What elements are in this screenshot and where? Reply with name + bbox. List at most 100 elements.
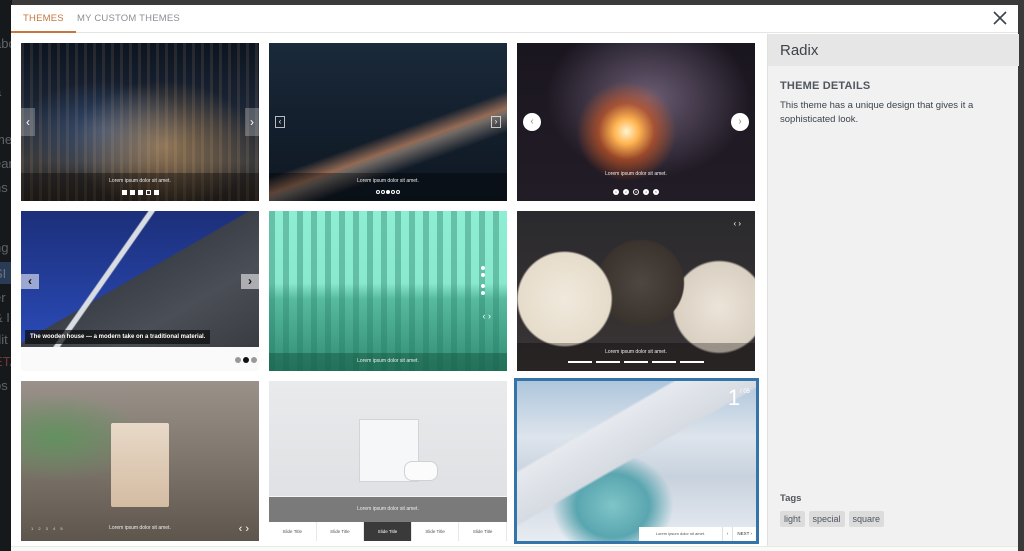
theme-card-coffee[interactable]: 1 2 3 4 5 Lorem ipsum dolor sit amet. ‹ … xyxy=(21,381,259,541)
prev-arrow-icon: ‹ xyxy=(523,113,541,131)
slide-dot xyxy=(381,190,385,194)
tags-list: light special square xyxy=(780,511,885,527)
controller-illustration xyxy=(404,461,438,481)
theme-card-teal-skyline[interactable]: ‹ › Lorem ipsum dolor sit amet. xyxy=(269,211,507,371)
slide-caption: Lorem ipsum dolor sit amet. xyxy=(357,178,419,184)
close-icon xyxy=(993,11,1007,25)
tab-my-custom-themes[interactable]: MY CUSTOM THEMES xyxy=(65,5,192,33)
slide-caption: Lorem ipsum dolor sit amet. xyxy=(357,506,419,512)
theme-preview-image xyxy=(517,43,755,201)
slide-indicator xyxy=(680,361,704,363)
slide-dot xyxy=(153,190,159,195)
slide-counter: 1/ 05 xyxy=(728,385,750,411)
slide-dot xyxy=(137,190,143,195)
slide-dot-active xyxy=(145,190,151,195)
slide-dots xyxy=(481,266,485,295)
theme-card-highway-night[interactable]: ‹ › Lorem ipsum dolor sit amet. xyxy=(269,43,507,201)
next-arrow-icon: › xyxy=(245,108,259,136)
slide-counter-total: / 05 xyxy=(739,389,750,395)
slide-dot xyxy=(391,190,395,194)
themes-grid: ‹ › Lorem ipsum dolor sit amet. ‹ › Lore… xyxy=(11,34,767,551)
slide-counter-current: 1 xyxy=(727,385,740,410)
close-button[interactable] xyxy=(992,10,1008,26)
theme-preview-image xyxy=(21,211,259,347)
prev-arrow-icon: ‹ xyxy=(21,274,39,289)
caption-bar: Lorem ipsum dolor sit amet. xyxy=(269,497,507,522)
slide-dot xyxy=(481,266,485,270)
background-menu-fragment: s xyxy=(0,108,1,123)
prev-arrow-icon: ‹ xyxy=(21,108,35,136)
slide-title-tab-active[interactable]: Slide Title xyxy=(364,522,412,541)
theme-card-plane-selected[interactable]: 1/ 05 Lorem ipsum dolor sit amet. ‹ NEXT… xyxy=(514,378,759,544)
modal-footer xyxy=(11,546,1018,551)
slide-dots xyxy=(21,190,259,195)
next-button[interactable]: NEXT › xyxy=(732,527,756,541)
slide-dot xyxy=(251,357,257,363)
slide-title-tab[interactable]: Slide Title xyxy=(412,522,460,541)
background-menu-fragment: ns xyxy=(0,180,8,195)
slide-dot xyxy=(235,357,241,363)
prev-next-arrows-icon: ‹ › xyxy=(238,523,249,535)
slide-dot-active xyxy=(386,190,390,194)
slide-caption: The wooden house — a modern take on a tr… xyxy=(25,330,211,344)
theme-description: This theme has a unique design that give… xyxy=(780,100,974,125)
coffee-bag-illustration xyxy=(111,423,169,507)
slide-title-tab[interactable]: Slide Title xyxy=(459,522,507,541)
slide-dot xyxy=(481,284,485,288)
theme-preview-image xyxy=(517,381,756,541)
background-menu-fragment: ng xyxy=(0,240,9,255)
slide-title-tabs: Slide Title Slide Title Slide Title Slid… xyxy=(269,522,507,541)
background-menu-fragment: s xyxy=(0,222,1,237)
theme-name: Radix xyxy=(780,42,819,59)
caption-bar xyxy=(517,343,755,371)
tag-special[interactable]: special xyxy=(808,511,845,527)
prev-next-arrows-icon: ‹ › xyxy=(482,311,492,321)
background-menu-fragment: dit xyxy=(0,332,8,347)
slide-caption: Lorem ipsum dolor sit amet. xyxy=(357,358,419,364)
slide-caption: Lorem ipsum dolor sit amet. xyxy=(655,531,706,536)
slide-dot: 4 xyxy=(643,189,649,195)
next-arrow-icon: › xyxy=(491,116,501,128)
background-menu-fragment: s xyxy=(0,204,1,219)
slide-dot xyxy=(481,291,485,295)
background-menu-fragment: a xyxy=(0,84,1,99)
slide-caption: Lorem ipsum dolor sit amet. xyxy=(605,349,667,355)
slide-dot xyxy=(121,190,127,195)
next-arrow-icon: › xyxy=(241,274,259,289)
slide-dot-active xyxy=(243,357,249,363)
next-arrow-icon: › xyxy=(731,113,749,131)
slide-dot xyxy=(129,190,135,195)
theme-card-console[interactable]: Lorem ipsum dolor sit amet. Slide Title … xyxy=(269,381,507,541)
slide-caption: Lorem ipsum dolor sit amet. xyxy=(109,525,171,531)
background-right-edge xyxy=(1018,0,1024,551)
background-menu-fragment: SI xyxy=(0,266,7,281)
theme-details-panel: Radix THEME DETAILS This theme has a uni… xyxy=(767,34,1019,551)
slide-indicator xyxy=(596,361,620,363)
slide-indicator xyxy=(624,361,648,363)
slide-dot-active: 3 xyxy=(633,189,639,195)
slide-dots: 1 2 3 4 5 xyxy=(517,189,755,195)
theme-card-sparkler[interactable]: ‹ › Lorem ipsum dolor sit amet. 1 2 3 4 … xyxy=(517,43,755,201)
slide-dot: 1 xyxy=(613,189,619,195)
slide-title-tab[interactable]: Slide Title xyxy=(317,522,365,541)
theme-preview-image xyxy=(269,211,507,371)
tags-label: Tags xyxy=(780,493,802,504)
slide-dot xyxy=(481,273,485,277)
prev-button[interactable]: ‹ xyxy=(721,527,733,541)
slide-dot xyxy=(396,190,400,194)
slide-title-tab[interactable]: Slide Title xyxy=(269,522,317,541)
theme-card-bags[interactable]: ‹ › Lorem ipsum dolor sit amet. xyxy=(517,211,755,371)
slide-dot xyxy=(376,190,380,194)
slide-caption: Lorem ipsum dolor sit amet. xyxy=(605,171,667,177)
tag-square[interactable]: square xyxy=(848,511,885,527)
details-title-bar: Radix xyxy=(768,34,1019,66)
theme-details-heading: THEME DETAILS xyxy=(780,80,871,92)
slide-indicator xyxy=(652,361,676,363)
theme-card-city-night[interactable]: ‹ › Lorem ipsum dolor sit amet. xyxy=(21,43,259,201)
theme-card-building[interactable]: ‹ › The wooden house — a modern take on … xyxy=(21,211,259,371)
caption-bar: Lorem ipsum dolor sit amet. ‹ NEXT › xyxy=(639,527,756,541)
background-menu-fragment: s xyxy=(0,60,1,75)
modal-header: THEMES MY CUSTOM THEMES xyxy=(11,5,1018,33)
tag-light[interactable]: light xyxy=(780,511,805,527)
slide-dot: 5 xyxy=(653,189,659,195)
